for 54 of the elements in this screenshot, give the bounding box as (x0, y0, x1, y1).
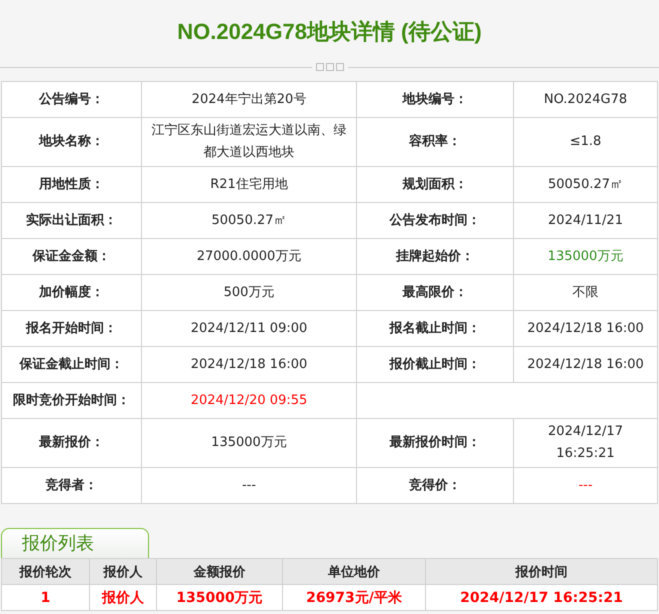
field-value: 2024/11/21 (514, 202, 658, 238)
field-value: 2024/12/18 16:00 (514, 346, 658, 382)
table-cell: 报价人 (90, 584, 156, 610)
field-value: 50050.27㎡ (514, 166, 658, 202)
field-value: 2024年宁出第20号 (142, 82, 356, 118)
field-label: 容积率： (356, 118, 514, 166)
field-label: 公告发布时间： (356, 202, 514, 238)
field-label: 报名截止时间： (356, 310, 514, 346)
table-cell: 1 (2, 584, 90, 610)
field-value: 500万元 (142, 274, 356, 310)
field-label: 竞得者： (2, 468, 142, 504)
page-title: NO.2024G78地块详情 (待公证) (176, 18, 483, 46)
field-label: 加价幅度： (2, 274, 142, 310)
field-label: 报名开始时间： (2, 310, 142, 346)
field-label: 最新报价时间： (356, 418, 514, 468)
field-value: 2024/12/18 16:00 (514, 310, 658, 346)
field-label: 地块名称： (2, 118, 142, 166)
field-label: 报价截止时间： (356, 346, 514, 382)
field-value: 不限 (514, 274, 658, 310)
field-value: ≤1.8 (514, 118, 658, 166)
field-label: 保证金截止时间： (2, 346, 142, 382)
field-label: 限时竞价开始时间： (2, 382, 142, 418)
column-header: 报价人 (90, 558, 156, 584)
column-header: 单位地价 (282, 558, 426, 584)
field-value: 2024/12/20 09:55 (142, 382, 356, 418)
field-value: --- (514, 468, 658, 504)
field-value: 135000万元 (514, 238, 658, 274)
field-value: 2024/12/11 09:00 (142, 310, 356, 346)
field-value: --- (142, 468, 356, 504)
bid-list-tab[interactable]: 报价列表 (1, 528, 149, 558)
field-label: 实际出让面积： (2, 202, 142, 238)
field-label: 挂牌起始价： (356, 238, 514, 274)
column-header: 报价时间 (426, 558, 658, 584)
field-label: 用地性质： (2, 166, 142, 202)
field-value: 2024/12/18 16:00 (142, 346, 356, 382)
field-label: 竞得价： (356, 468, 514, 504)
field-label: 最新报价： (2, 418, 142, 468)
field-label: 公告编号： (2, 82, 142, 118)
column-header: 金额报价 (156, 558, 282, 584)
field-label: 地块编号： (356, 82, 514, 118)
field-value: 135000万元 (142, 418, 356, 468)
field-label: 保证金金额： (2, 238, 142, 274)
table-cell: 2024/12/17 16:25:21 (426, 584, 658, 610)
field-label: 规划面积： (356, 166, 514, 202)
field-value: 50050.27㎡ (142, 202, 356, 238)
field-value: R21住宅用地 (142, 166, 356, 202)
field-value: NO.2024G78 (514, 82, 658, 118)
table-cell: 26973元/平米 (282, 584, 426, 610)
field-value: 2024/12/17 16:25:21 (514, 418, 658, 468)
field-value: 27000.0000万元 (142, 238, 356, 274)
field-label: 最高限价： (356, 274, 514, 310)
field-value: 江宁区东山街道宏运大道以南、绿都大道以西地块 (142, 118, 356, 166)
table-cell: 135000万元 (156, 584, 282, 610)
column-header: 报价轮次 (2, 558, 90, 584)
